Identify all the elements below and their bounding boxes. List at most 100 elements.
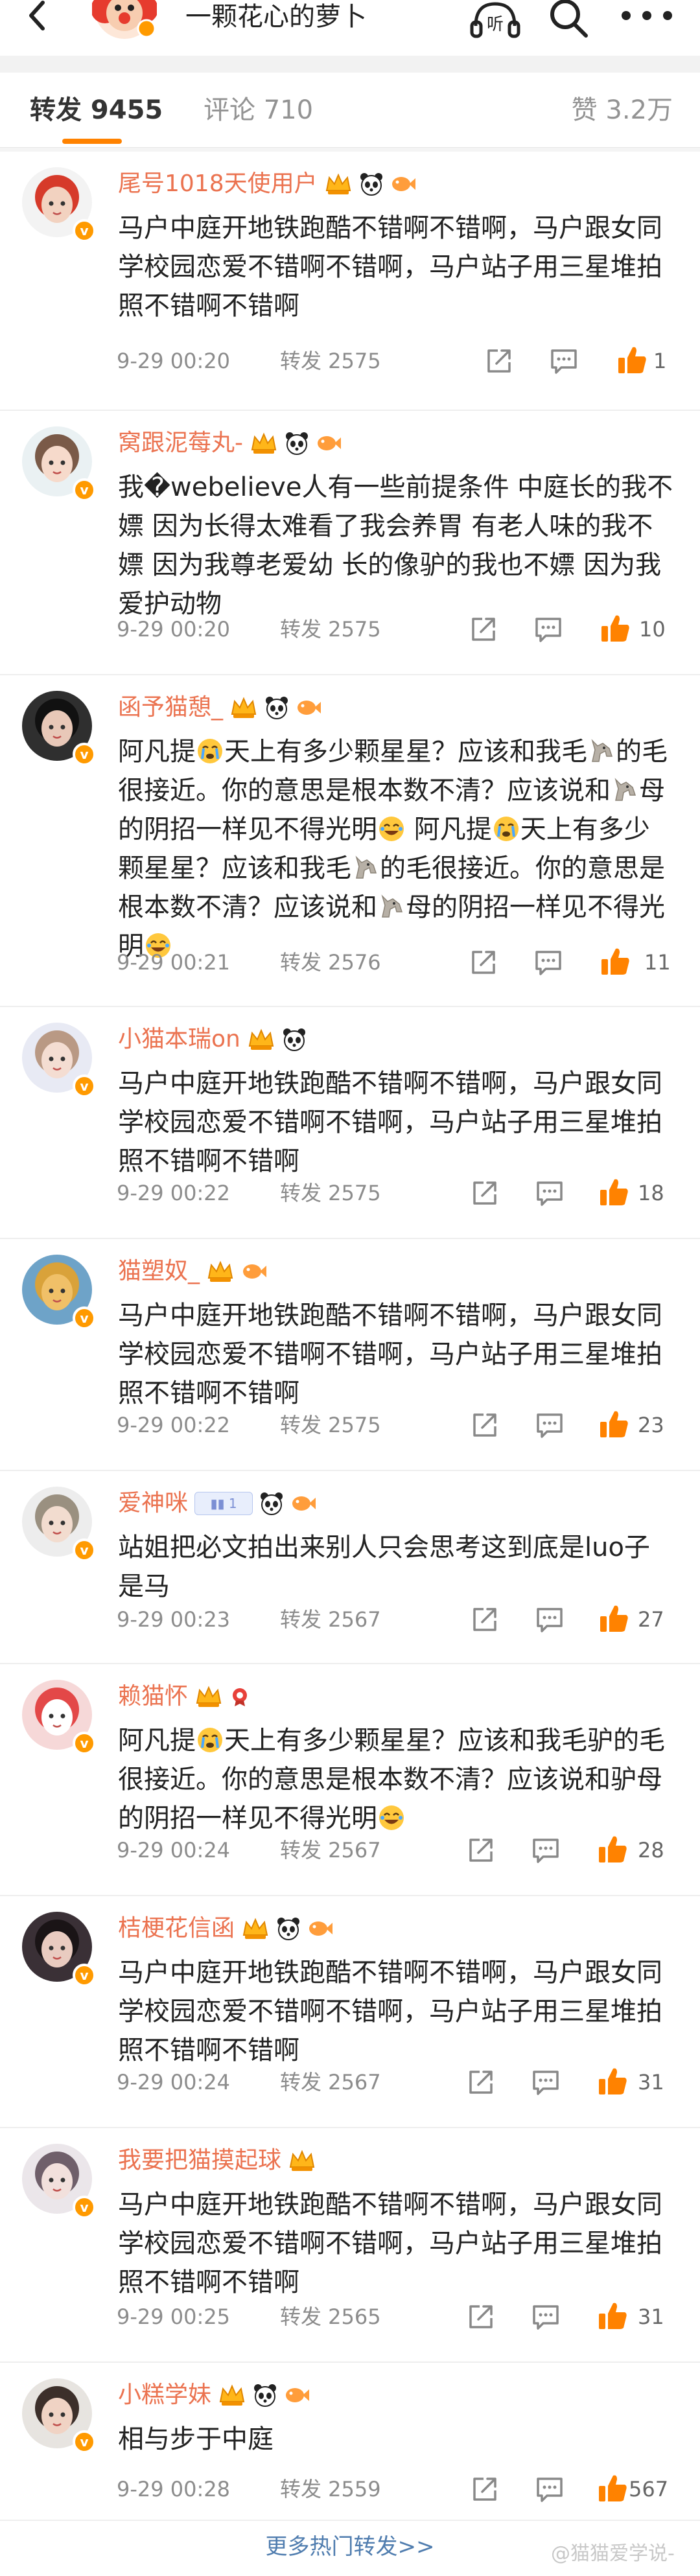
share-icon[interactable] [468,614,499,645]
post-timestamp: 9-29 00:22 [117,1413,231,1437]
repost-item[interactable]: v 窝跟泥莓丸- 我�webelieve人有一些前提条件 中庭长的我不嫖 因为长得太… [0,411,700,675]
comment-icon[interactable] [534,1604,565,1635]
back-arrow-icon[interactable] [18,0,57,39]
fish-icon [292,1496,316,1511]
repost-item[interactable]: v 爱神咪 ▮▮ 1 站姐把必文拍出来别人只会思考这到底是luo子是马 9-29 00:… [0,1471,700,1664]
share-icon[interactable] [465,2301,496,2332]
username[interactable]: 我要把猫摸起球 [118,2142,281,2179]
comment-icon[interactable] [533,614,564,645]
panda-icon [254,2384,277,2407]
share-icon[interactable] [465,1835,496,1866]
post-timestamp: 9-29 00:28 [117,2477,231,2501]
top-bar: 一颗花心的萝卜 听 [0,0,700,39]
search-icon[interactable] [546,0,591,39]
like-thumb-icon[interactable] [598,1408,631,1441]
username-row: 桔梗花信函 [118,1910,333,1947]
username-row: 赖猫怀 [118,1678,250,1715]
fish-icon [309,1921,333,1936]
comment-icon[interactable] [534,1178,565,1209]
tab-repost[interactable]: 转发 9455 [30,92,163,128]
like-thumb-icon[interactable] [599,612,633,645]
tab-like[interactable]: 赞 3.2万 [572,92,673,128]
post-timestamp: 9-29 00:20 [117,617,231,642]
repost-count: 转发 2567 [280,1607,381,1632]
repost-count: 转发 2576 [280,950,381,975]
repost-item[interactable]: v 小糕学妹 相与步于中庭 9-29 00:28 转发 2559 567 [0,2363,700,2521]
comment-icon[interactable] [530,2301,561,2332]
comment-icon[interactable] [548,345,579,377]
listen-headphone-icon[interactable]: 听 [468,0,522,39]
username[interactable]: 尾号1018天使用户 [118,166,318,202]
like-thumb-icon[interactable] [599,945,633,979]
repost-item[interactable]: v 猫塑奴_ 马户中庭开地铁跑酷不错啊不错啊，马户跟女同学校园恋爱不错啊不错啊，马户… [0,1239,700,1471]
share-icon[interactable] [469,2474,500,2505]
verified-badge-icon: v [73,219,96,242]
repost-item[interactable]: v 函予猫憩_ 阿凡提 天上有多少颗星星？应该和我毛 的毛很接近。你的意思是根本数不清？… [0,675,700,1007]
donkey-emoji-icon [381,894,403,918]
comment-icon[interactable] [530,2067,561,2098]
username[interactable]: 桔梗花信函 [118,1910,235,1947]
comment-icon[interactable] [534,1410,565,1441]
username[interactable]: 窝跟泥莓丸- [118,425,243,461]
username[interactable]: 猫塑奴_ [118,1253,200,1290]
repost-count: 转发 2575 [280,1181,381,1205]
author-name[interactable]: 一颗花心的萝卜 [185,0,367,36]
like-thumb-icon[interactable] [596,2065,630,2098]
like-thumb-icon[interactable] [596,1833,630,1866]
username[interactable]: 爱神咪 [118,1485,188,1522]
repost-count: 转发 2559 [280,2477,381,2501]
post-timestamp: 9-29 00:23 [117,1607,231,1632]
tab-comment[interactable]: 评论 710 [204,92,313,128]
like-count: 31 [638,2070,664,2094]
share-icon[interactable] [484,345,515,377]
repost-item[interactable]: v 我要把猫摸起球 马户中庭开地铁跑酷不错啊不错啊，马户跟女同学校园恋爱不错啊不错啊… [0,2128,700,2363]
like-thumb-icon[interactable] [598,1176,631,1209]
like-count: 11 [644,950,671,975]
username[interactable]: 赖猫怀 [118,1678,188,1715]
username[interactable]: 小猫本瑞on [118,1021,240,1058]
share-icon[interactable] [468,947,499,978]
repost-item[interactable]: v 赖猫怀 阿凡提 天上有多少颗星星？应该和我毛驴的毛很接近。你的意思是根本数不清？应… [0,1664,700,1896]
like-thumb-icon[interactable] [616,343,649,377]
donkey-emoji-icon [614,778,636,801]
username[interactable]: 小糕学妹 [118,2377,211,2413]
vip-crown-icon [325,173,351,194]
crying-emoji-icon [198,1728,222,1752]
comment-icon[interactable] [530,1835,561,1866]
repost-item[interactable]: v 尾号1018天使用户马户中庭开地铁跑酷不错啊不错啊，马户跟女同学校园恋爱不错啊… [0,152,700,411]
repost-text: 马户中庭开地铁跑酷不错啊不错啊，马户跟女同学校园恋爱不错啊不错啊，马户站子用三星… [118,1958,662,2065]
post-timestamp: 9-29 00:24 [117,1838,231,1862]
verified-badge-icon: v [73,1538,96,1562]
like-thumb-icon[interactable] [596,2299,630,2333]
fish-icon [391,177,415,191]
text-segment: 阿凡提 [406,815,492,844]
repost-text: 阿凡提 天上有多少颗星星？应该和我毛驴的毛很接近。你的意思是根本数不清？应该说和驴… [118,1721,675,1838]
share-icon[interactable] [469,1604,500,1635]
like-thumb-icon[interactable] [596,2472,630,2505]
repost-text: 马户中庭开地铁跑酷不错啊不错啊，马户跟女同学校园恋爱不错啊不错啊，马户站子用三星… [118,213,662,321]
comment-icon[interactable] [534,2474,565,2505]
username[interactable]: 函予猫憩_ [118,690,223,726]
author-avatar[interactable] [92,0,157,39]
username-row: 猫塑奴_ [118,1253,267,1290]
username-row: 我要把猫摸起球 [118,2142,316,2179]
like-thumb-icon[interactable] [598,1602,631,1636]
share-icon[interactable] [469,1178,500,1209]
like-count: 23 [638,1413,664,1437]
post-timestamp: 9-29 00:22 [117,1181,231,1205]
share-icon[interactable] [469,1410,500,1441]
panda-icon [277,1918,300,1940]
repost-item[interactable]: v 桔梗花信函 马户中庭开地铁跑酷不错啊不错啊，马户跟女同学校园恋爱不错啊不错啊，马… [0,1896,700,2128]
comment-icon[interactable] [533,947,564,978]
laughing-emoji-icon [379,1805,404,1830]
username-row: 小猫本瑞on [118,1021,307,1058]
more-options-icon[interactable] [614,3,679,29]
verified-badge-icon: v [73,2196,96,2219]
post-timestamp: 9-29 00:25 [117,2304,231,2329]
share-icon[interactable] [465,2067,496,2098]
panda-icon [360,173,382,196]
member-level-badge-icon: ▮▮ 1 [194,1492,253,1515]
repost-item[interactable]: v 小猫本瑞on 马户中庭开地铁跑酷不错啊不错啊，马户跟女同学校园恋爱不错啊不错啊，… [0,1007,700,1239]
username-row: 窝跟泥莓丸- [118,425,342,461]
crying-emoji-icon [493,817,519,841]
